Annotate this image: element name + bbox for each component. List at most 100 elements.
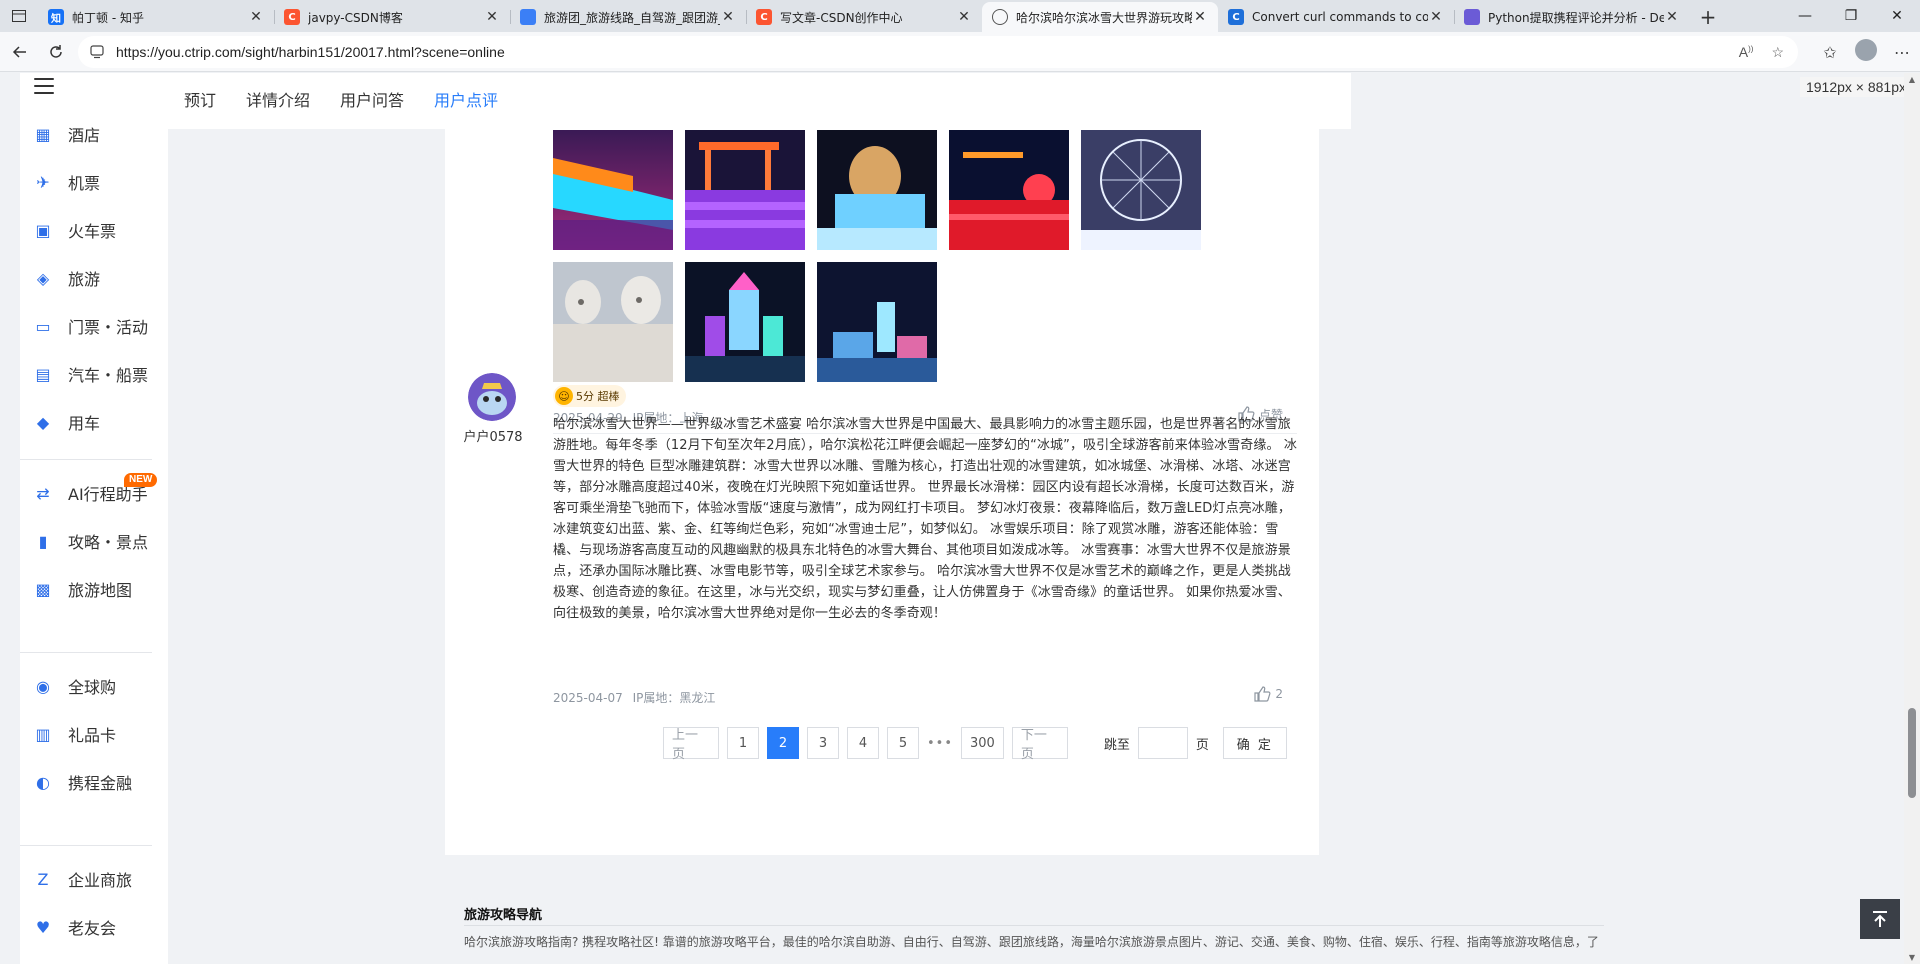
guide-nav-text: 哈尔滨旅游攻略指南? 携程攻略社区! 靠谱的旅游攻略平台，最佳的哈尔滨自助游、自… <box>464 935 1599 949</box>
tab-title: javpy-CSDN博客 <box>308 10 403 25</box>
more-menu-icon[interactable]: ⋯ <box>1884 43 1920 62</box>
page-button-last[interactable]: 300 <box>961 727 1004 759</box>
sidebar-item-gift[interactable]: ▥ 礼品卡 <box>20 710 168 758</box>
restore-button[interactable]: ❐ <box>1828 0 1874 32</box>
tab-close-icon[interactable]: ✕ <box>956 9 972 25</box>
page-button[interactable]: 1 <box>727 727 759 759</box>
browser-tab[interactable]: 知帕丁顿 - 知乎 ✕ <box>38 2 274 32</box>
sidebar-item-finance[interactable]: ◐ 携程金融 <box>20 758 168 806</box>
tab-close-icon[interactable]: ✕ <box>720 9 736 25</box>
back-button[interactable] <box>4 36 36 68</box>
side-nav-group-guide: ⇄ AI行程助手 NEW ▮ 攻略・景点 ▩ 旅游地图 <box>20 469 168 613</box>
browser-tab[interactable]: C 写文章-CSDN创作中心 ✕ <box>746 2 982 32</box>
browser-tab[interactable]: Cjavpy-CSDN博客 ✕ <box>274 2 510 32</box>
tab-favicon-icon: C <box>756 9 772 25</box>
read-aloud-icon[interactable]: A)) <box>1739 44 1754 60</box>
site-info-icon[interactable] <box>90 45 106 59</box>
sidebar-item-business[interactable]: Z 企业商旅 <box>20 855 168 903</box>
sidebar-item-train[interactable]: ▣ 火车票 <box>20 206 168 254</box>
scroll-up-arrow-icon[interactable]: ▲ <box>1904 75 1920 84</box>
browser-tab[interactable]: Python提取携程评论并分析 - Dee ✕ <box>1454 2 1690 32</box>
sidebar-item-member[interactable]: ♥ 老友会 <box>20 903 168 951</box>
url-field[interactable]: https://you.ctrip.com/sight/harbin151/20… <box>78 36 1798 68</box>
reload-button[interactable] <box>40 36 72 68</box>
page-button[interactable]: 4 <box>847 727 879 759</box>
tab-close-icon[interactable]: ✕ <box>1428 9 1444 25</box>
tab-reviews[interactable]: 用户点评 <box>434 73 498 129</box>
browser-tab[interactable]: 旅游团_旅游线路_自驾游_跟团游_ ✕ <box>510 2 746 32</box>
scroll-down-arrow-icon[interactable]: ▼ <box>1904 953 1920 962</box>
tab-qa[interactable]: 用户问答 <box>340 73 404 129</box>
sidebar-item-label: 全球购 <box>68 678 117 697</box>
close-window-button[interactable]: ✕ <box>1874 0 1920 32</box>
jump-unit-label: 页 <box>1195 737 1209 753</box>
page-button[interactable]: 3 <box>807 727 839 759</box>
side-nav-group-booking: ▦ 酒店 ✈ 机票 ▣ 火车票 ◈ 旅游 ▭ 门票・活动 ▤ 汽车・船票 ◆ 用车 <box>20 110 168 446</box>
prev-page-button[interactable]: 上一页 <box>663 727 719 762</box>
avatar[interactable] <box>468 373 516 421</box>
tab-booking[interactable]: 预订 <box>184 73 216 129</box>
favorite-star-icon[interactable]: ☆ <box>1771 44 1784 61</box>
review-photo[interactable] <box>685 262 805 382</box>
like-button[interactable]: 2 <box>1253 685 1283 703</box>
review-photo[interactable] <box>553 130 673 250</box>
jump-confirm-button[interactable]: 确 定 <box>1222 727 1287 759</box>
next-page-button[interactable]: 下一页 <box>1011 727 1068 762</box>
sidebar-item-guide[interactable]: ▮ 攻略・景点 <box>20 517 168 565</box>
review-photo[interactable] <box>1081 130 1201 250</box>
tab-close-icon[interactable]: ✕ <box>248 9 264 25</box>
profile-button[interactable] <box>1848 39 1884 65</box>
minimize-button[interactable]: — <box>1782 0 1828 32</box>
jump-page-input[interactable] <box>1137 727 1188 759</box>
review-photo[interactable] <box>817 130 937 250</box>
review-photo[interactable] <box>817 262 937 382</box>
page-button-current[interactable]: 2 <box>767 727 799 759</box>
tab-favicon-icon: C <box>1228 9 1244 25</box>
sidebar-item-car[interactable]: ◆ 用车 <box>20 398 168 446</box>
scrollbar-thumb[interactable] <box>1908 708 1916 798</box>
sidebar-item-label: 汽车・船票 <box>68 366 149 385</box>
business-icon: Z <box>37 869 49 889</box>
member-icon: ♥ <box>35 917 51 937</box>
sidebar-item-travel[interactable]: ◈ 旅游 <box>20 254 168 302</box>
sidebar-item-map[interactable]: ▩ 旅游地图 <box>20 565 168 613</box>
review-photo[interactable] <box>553 262 673 382</box>
sidebar-item-ticket[interactable]: ▭ 门票・活动 <box>20 302 168 350</box>
page-scrollbar[interactable]: ▲ ▼ <box>1904 73 1920 964</box>
pagination: 上一页 1 2 3 4 5 ••• 300 下一页 跳至 页 确 定 <box>663 727 1287 762</box>
side-divider <box>20 652 152 653</box>
sidebar-item-hotel[interactable]: ▦ 酒店 <box>20 110 168 158</box>
snow-carving-photo <box>553 262 673 382</box>
sidebar-item-globe[interactable]: ◉ 全球购 <box>20 662 168 710</box>
guide-nav-title: 旅游攻略导航 <box>464 908 543 923</box>
tab-title: 旅游团_旅游线路_自驾游_跟团游_ <box>544 10 720 25</box>
ice-stairs-photo <box>685 130 805 250</box>
page-button[interactable]: 5 <box>887 727 919 759</box>
tab-close-icon[interactable]: ✕ <box>1192 9 1208 25</box>
gift-icon: ▥ <box>35 724 51 744</box>
sidebar-item-plane[interactable]: ✈ 机票 <box>20 158 168 206</box>
sidebar-item-bus[interactable]: ▤ 汽车・船票 <box>20 350 168 398</box>
new-tab-button[interactable]: + <box>1690 2 1726 32</box>
sidebar-item-ai[interactable]: ⇄ AI行程助手 NEW <box>20 469 168 517</box>
tab-details[interactable]: 详情介绍 <box>246 73 310 129</box>
tab-favicon-icon: 知 <box>48 9 64 25</box>
back-to-top-button[interactable] <box>1860 899 1900 939</box>
tab-actions-button[interactable] <box>0 0 38 32</box>
red-ice-photo <box>949 130 1069 250</box>
browser-tab-active[interactable]: 哈尔滨哈尔滨冰雪大世界游玩攻略 ✕ <box>982 2 1218 32</box>
review-ip-location: IP属地：黑龙江 <box>632 691 716 705</box>
reviewer-name[interactable]: 户户0578 <box>461 426 525 445</box>
menu-toggle-icon[interactable] <box>34 78 54 94</box>
tab-close-icon[interactable]: ✕ <box>484 9 500 25</box>
page-ellipsis[interactable]: ••• <box>927 727 954 759</box>
favorites-icon[interactable]: ✩ <box>1812 43 1848 62</box>
browser-tab[interactable]: C Convert curl commands to code ✕ <box>1218 2 1454 32</box>
sidebar-item-about[interactable]: ◍关于携程 <box>20 951 168 964</box>
back-arrow-icon <box>12 45 26 58</box>
review-photo[interactable] <box>685 130 805 250</box>
jump-to-label: 跳至 <box>1103 737 1130 753</box>
review-photo[interactable] <box>949 130 1069 250</box>
side-divider <box>20 845 152 846</box>
tab-close-icon[interactable]: ✕ <box>1664 9 1680 25</box>
